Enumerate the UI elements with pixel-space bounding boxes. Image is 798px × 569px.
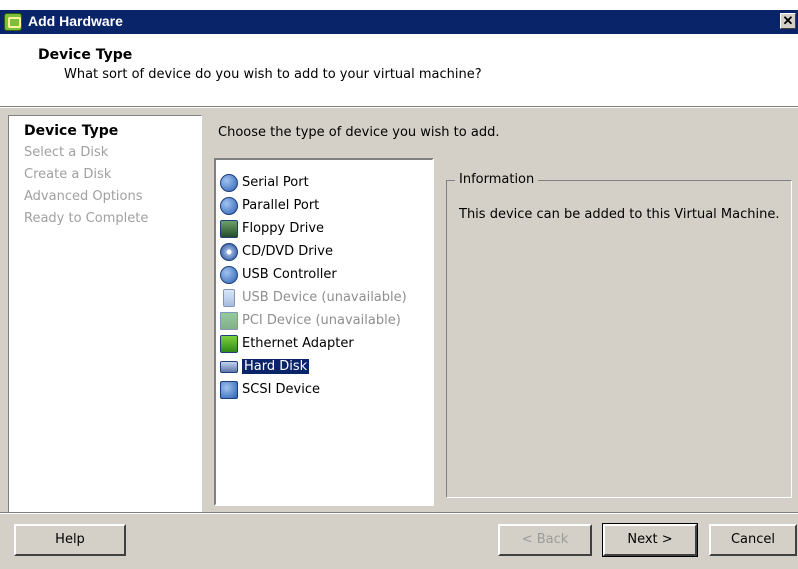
wizard-footer: Help < Back Next > Cancel — [0, 514, 798, 569]
scsi-device-icon — [220, 381, 238, 399]
list-item-hard-disk[interactable]: Hard Disk — [216, 356, 432, 379]
device-label: SCSI Device — [242, 382, 321, 397]
wizard-header: Device Type What sort of device do you w… — [0, 34, 798, 106]
information-groupbox: Information This device can be added to … — [446, 172, 792, 498]
list-item-usb-device: USB Device (unavailable) — [216, 287, 432, 310]
step-create-disk: Create a Disk — [24, 167, 112, 182]
step-device-type: Device Type — [24, 123, 119, 139]
steps-panel: Device Type Select a Disk Create a Disk … — [8, 115, 202, 517]
device-label: Serial Port — [242, 175, 309, 190]
parallel-port-icon — [220, 197, 238, 215]
device-label: CD/DVD Drive — [242, 244, 333, 259]
pci-device-icon — [220, 312, 238, 330]
title-bar: Add Hardware ✕ — [0, 10, 798, 34]
device-label: USB Device (unavailable) — [242, 290, 407, 305]
floppy-drive-icon — [220, 220, 238, 238]
usb-device-icon — [223, 289, 235, 307]
device-label: USB Controller — [242, 267, 337, 282]
list-item-cd-dvd-drive[interactable]: CD/DVD Drive — [216, 241, 432, 264]
ethernet-adapter-icon — [220, 335, 238, 353]
back-button: < Back — [498, 524, 592, 556]
information-legend: Information — [455, 172, 539, 187]
next-button[interactable]: Next > — [602, 523, 698, 557]
device-label: Hard Disk — [242, 359, 310, 374]
close-icon[interactable]: ✕ — [780, 13, 796, 29]
list-item-ethernet-adapter[interactable]: Ethernet Adapter — [216, 333, 432, 356]
device-label: Parallel Port — [242, 198, 320, 213]
help-button[interactable]: Help — [14, 524, 126, 556]
step-ready-to-complete: Ready to Complete — [24, 211, 149, 226]
device-label: Ethernet Adapter — [242, 336, 354, 351]
page-title: Device Type — [38, 47, 133, 63]
step-select-disk: Select a Disk — [24, 145, 109, 160]
information-text: This device can be added to this Virtual… — [459, 207, 780, 222]
app-icon — [4, 13, 22, 31]
list-item-serial-port[interactable]: Serial Port — [216, 172, 432, 195]
list-item-pci-device: PCI Device (unavailable) — [216, 310, 432, 333]
step-advanced-options: Advanced Options — [24, 189, 143, 204]
list-item-floppy-drive[interactable]: Floppy Drive — [216, 218, 432, 241]
serial-port-icon — [220, 174, 238, 192]
list-item-scsi-device[interactable]: SCSI Device — [216, 379, 432, 402]
wizard-body: Device Type Select a Disk Create a Disk … — [0, 108, 798, 517]
hard-disk-icon — [220, 361, 238, 373]
device-label: Floppy Drive — [242, 221, 325, 236]
list-item-parallel-port[interactable]: Parallel Port — [216, 195, 432, 218]
window-title: Add Hardware — [28, 13, 123, 29]
cd-dvd-drive-icon — [220, 243, 238, 261]
cancel-button[interactable]: Cancel — [709, 524, 797, 556]
page-subtitle: What sort of device do you wish to add t… — [64, 67, 482, 82]
usb-controller-icon — [220, 266, 238, 284]
list-item-usb-controller[interactable]: USB Controller — [216, 264, 432, 287]
device-prompt: Choose the type of device you wish to ad… — [218, 125, 500, 140]
device-type-list[interactable]: Serial Port Parallel Port Floppy Drive C… — [214, 158, 434, 506]
device-label: PCI Device (unavailable) — [242, 313, 401, 328]
